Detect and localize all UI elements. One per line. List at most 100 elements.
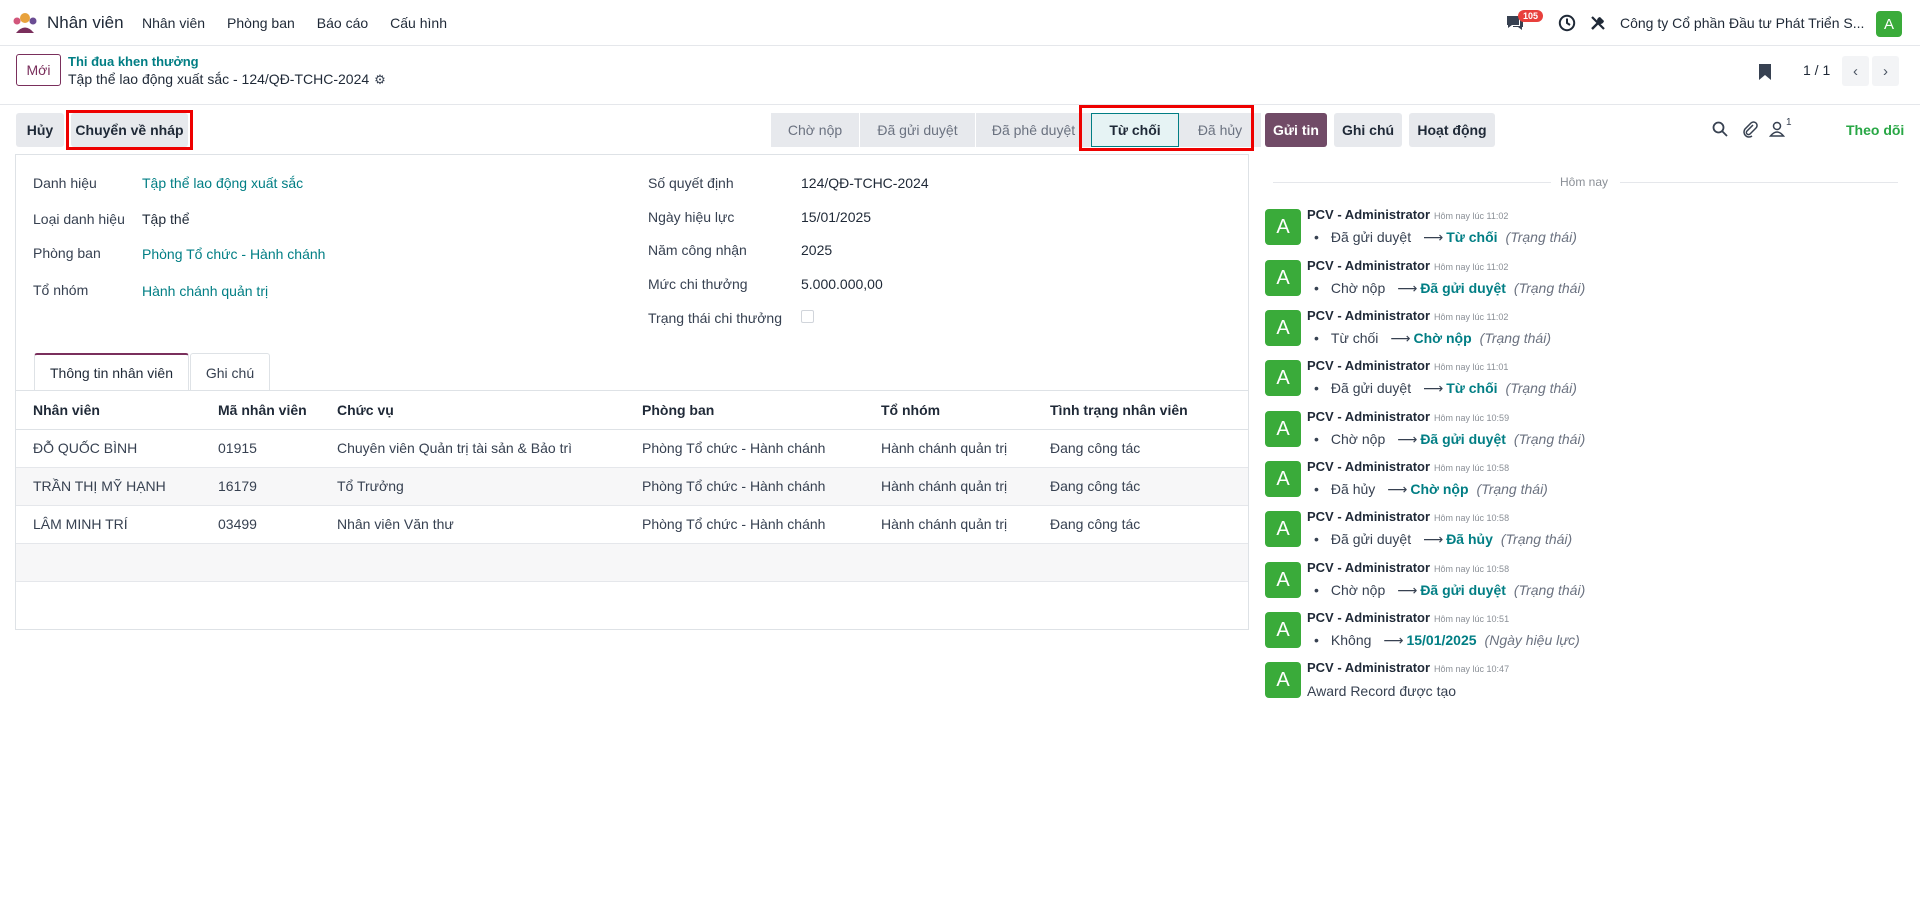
company-switcher[interactable]: Công ty Cổ phần Đầu tư Phát Triển S...	[1620, 15, 1864, 31]
user-avatar[interactable]: A	[1876, 11, 1902, 37]
clock-icon[interactable]	[1558, 14, 1576, 32]
col-employee-status[interactable]: Tình trạng nhân viên	[1033, 391, 1248, 430]
stage-da-gui-duyet[interactable]: Đã gửi duyệt	[859, 113, 975, 147]
top-navbar: Nhân viên Nhân viên Phòng ban Báo cáo Cấ…	[0, 0, 1920, 46]
avatar[interactable]: A	[1265, 360, 1301, 396]
avatar[interactable]: A	[1265, 209, 1301, 245]
message-body: • Chờ nộp ⟶ Đã gửi duyệt (Trạng thái)	[1314, 280, 1586, 296]
cell-department: Phòng Tổ chức - Hành chánh	[625, 429, 864, 468]
arrow-right-icon: ⟶	[1423, 380, 1444, 396]
new-button[interactable]: Mới	[16, 54, 61, 86]
message-author: PCV - Administrator Hôm nay lúc 10:59	[1307, 409, 1510, 424]
table-empty-row	[16, 543, 1248, 582]
avatar[interactable]: A	[1265, 461, 1301, 497]
message-time: Hôm nay lúc 10:47	[1434, 664, 1510, 674]
field-reward-amount[interactable]: 5.000.000,00	[801, 276, 883, 292]
message-time: Hôm nay lúc 11:02	[1434, 312, 1509, 322]
search-icon[interactable]	[1711, 120, 1729, 138]
today-divider-left	[1273, 182, 1551, 183]
gear-icon[interactable]: ⚙	[374, 72, 386, 88]
field-effective-date[interactable]: 15/01/2025	[801, 209, 871, 225]
tab-notes[interactable]: Ghi chú	[190, 353, 270, 391]
message-body: • Đã gửi duyệt ⟶ Đã hủy (Trạng thái)	[1314, 531, 1573, 547]
menu-item-departments[interactable]: Phòng ban	[227, 15, 295, 31]
table-row[interactable]: ĐỖ QUỐC BÌNH 01915 Chuyên viên Quản trị …	[16, 429, 1248, 468]
cell-department: Phòng Tổ chức - Hành chánh	[625, 467, 864, 506]
label-team: Tổ nhóm	[33, 282, 89, 298]
avatar[interactable]: A	[1265, 260, 1301, 296]
cell-status: Đang công tác	[1033, 505, 1248, 544]
message-text: Award Record được tạo	[1307, 683, 1457, 699]
reward-status-checkbox[interactable]	[801, 310, 814, 323]
today-label: Hôm nay	[1560, 175, 1609, 189]
col-position[interactable]: Chức vụ	[320, 391, 625, 430]
avatar[interactable]: A	[1265, 662, 1301, 698]
log-note-button[interactable]: Ghi chú	[1334, 113, 1402, 147]
arrow-right-icon: ⟶	[1423, 531, 1444, 547]
message-body: • Không ⟶ 15/01/2025 (Ngày hiệu lực)	[1314, 632, 1580, 648]
field-title[interactable]: Tập thể lao động xuất sắc	[142, 175, 303, 191]
label-effective-date: Ngày hiệu lực	[648, 209, 735, 225]
avatar[interactable]: A	[1265, 612, 1301, 648]
arrow-right-icon: ⟶	[1387, 481, 1408, 497]
bookmark-icon[interactable]	[1758, 63, 1772, 81]
pager-next-button[interactable]: ›	[1872, 56, 1899, 86]
app-name[interactable]: Nhân viên	[47, 13, 124, 33]
label-reward-status: Trạng thái chi thưởng	[648, 310, 782, 326]
pager-value[interactable]: 1 / 1	[1803, 62, 1830, 78]
col-employee-code[interactable]: Mã nhân viên	[201, 391, 320, 430]
cell-team: Hành chánh quản trị	[864, 467, 1033, 506]
pager-previous-button[interactable]: ‹	[1842, 56, 1869, 86]
table-row[interactable]: LÂM MINH TRÍ 03499 Nhân viên Văn thư Phò…	[16, 505, 1248, 544]
message-author: PCV - Administrator Hôm nay lúc 10:47	[1307, 660, 1510, 675]
message-body: • Đã hủy ⟶ Chờ nộp (Trạng thái)	[1314, 481, 1548, 497]
col-employee[interactable]: Nhân viên	[16, 391, 201, 430]
message-time: Hôm nay lúc 10:58	[1434, 564, 1510, 574]
message-time: Hôm nay lúc 10:59	[1434, 413, 1510, 423]
menu-item-employees[interactable]: Nhân viên	[142, 15, 205, 31]
stage-da-phe-duyet[interactable]: Đã phê duyệt	[975, 113, 1091, 147]
stage-cho-nop[interactable]: Chờ nộp	[771, 113, 859, 147]
tab-employee-info[interactable]: Thông tin nhân viên	[34, 353, 189, 391]
field-recognition-year[interactable]: 2025	[801, 242, 832, 258]
col-team[interactable]: Tổ nhóm	[864, 391, 1033, 430]
avatar[interactable]: A	[1265, 562, 1301, 598]
breadcrumb-parent[interactable]: Thi đua khen thưởng	[68, 54, 199, 69]
field-decision-number[interactable]: 124/QĐ-TCHC-2024	[801, 175, 929, 191]
cell-position: Chuyên viên Quản trị tài sản & Bảo trì	[320, 429, 625, 468]
message-time: Hôm nay lúc 10:51	[1434, 614, 1510, 624]
label-department: Phòng ban	[33, 245, 101, 261]
label-title-type: Loại danh hiệu	[33, 211, 125, 227]
label-decision-number: Số quyết định	[648, 175, 734, 191]
arrow-right-icon: ⟶	[1397, 431, 1418, 447]
message-time: Hôm nay lúc 10:58	[1434, 463, 1510, 473]
chevron-right-icon: ›	[1883, 62, 1888, 80]
field-team[interactable]: Hành chánh quản trị	[142, 283, 268, 299]
cell-team: Hành chánh quản trị	[864, 429, 1033, 468]
avatar[interactable]: A	[1265, 411, 1301, 447]
menu-item-reports[interactable]: Báo cáo	[317, 15, 368, 31]
app-logo-icon[interactable]	[12, 12, 38, 34]
col-department[interactable]: Phòng ban	[625, 391, 864, 430]
cancel-button[interactable]: Hủy	[16, 113, 64, 147]
cell-code: 16179	[201, 467, 320, 506]
table-row[interactable]: TRẦN THỊ MỸ HẠNH 16179 Tổ Trưởng Phòng T…	[16, 467, 1248, 506]
activity-button[interactable]: Hoạt động	[1409, 113, 1495, 147]
cell-employee: LÂM MINH TRÍ	[16, 505, 201, 544]
send-message-button[interactable]: Gửi tin	[1265, 113, 1327, 147]
follow-button[interactable]: Theo dõi	[1846, 122, 1904, 138]
field-department[interactable]: Phòng Tổ chức - Hành chánh	[142, 246, 325, 262]
avatar[interactable]: A	[1265, 511, 1301, 547]
arrow-right-icon: ⟶	[1397, 280, 1418, 296]
followers-icon[interactable]	[1768, 120, 1786, 138]
message-body: • Chờ nộp ⟶ Đã gửi duyệt (Trạng thái)	[1314, 431, 1586, 447]
cell-team: Hành chánh quản trị	[864, 505, 1033, 544]
avatar[interactable]: A	[1265, 310, 1301, 346]
tools-icon[interactable]	[1589, 14, 1607, 32]
main-menu: Nhân viên Phòng ban Báo cáo Cấu hình	[142, 15, 469, 31]
field-title-type[interactable]: Tập thể	[142, 211, 189, 227]
chevron-left-icon: ‹	[1853, 62, 1858, 80]
arrow-right-icon: ⟶	[1397, 582, 1418, 598]
paperclip-icon[interactable]	[1741, 120, 1759, 138]
menu-item-configuration[interactable]: Cấu hình	[390, 15, 447, 31]
